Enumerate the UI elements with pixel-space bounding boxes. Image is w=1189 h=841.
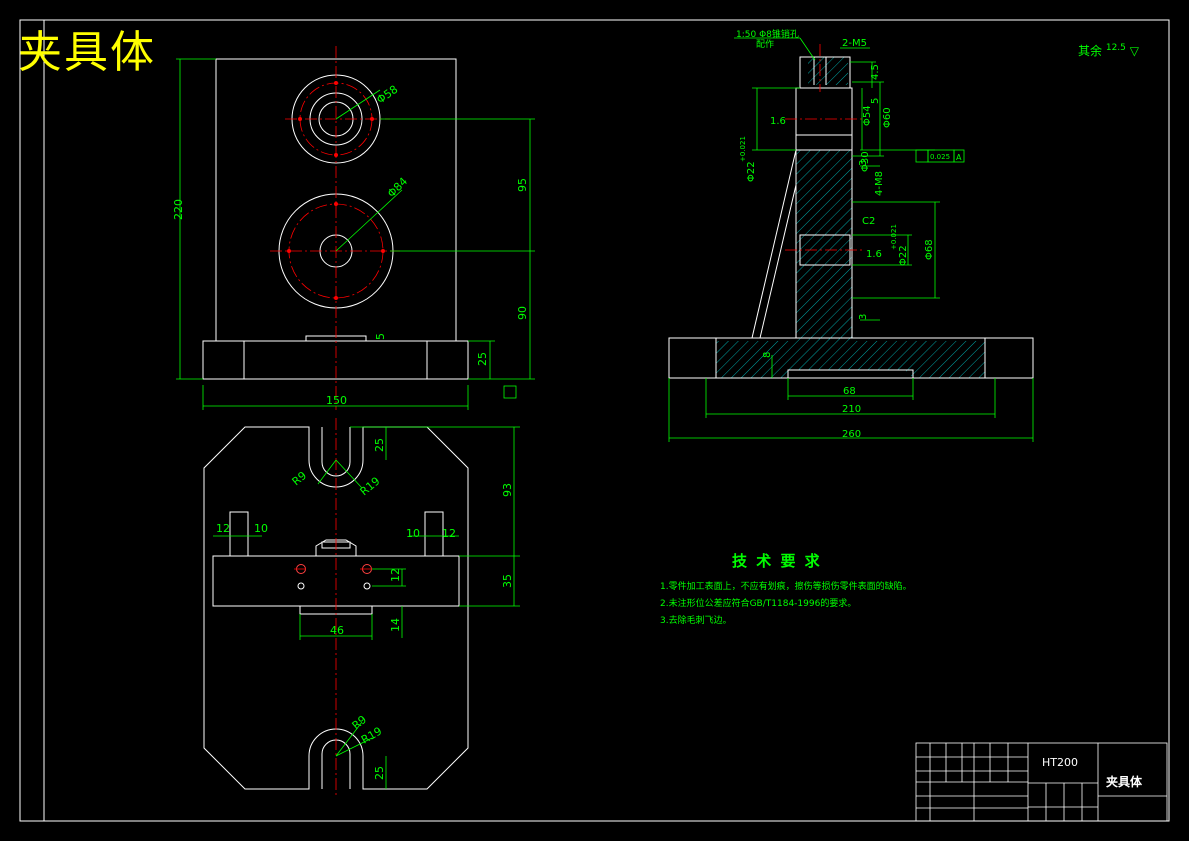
dim-25: 25: [476, 352, 489, 366]
dim-taper-note: 配作: [756, 38, 774, 50]
dim-5: 5: [374, 333, 387, 340]
title-block-part-name: 夹具体: [1106, 775, 1143, 789]
dim-top-25b: 25: [373, 766, 386, 780]
dim-rough-b: 1.6: [866, 249, 882, 260]
tech-heading: 技 术 要 求: [732, 552, 822, 570]
dim-3b: 3: [858, 314, 869, 320]
dim-top-r9a: R9: [290, 469, 310, 488]
dim-d84: Φ84: [385, 175, 410, 200]
dim-rough-a: 1.6: [770, 116, 786, 127]
dim-top-93: 93: [501, 483, 514, 497]
dim-top-r19a: R19: [358, 474, 383, 498]
top-view-dimtext: 25 R9 R19 93 12 10 10 12 12 35 14 46 R9 …: [216, 438, 514, 780]
dim-d60: Φ60: [882, 107, 893, 128]
tech-item-2: 2.未注形位公差应符合GB/T1184-1996的要求。: [660, 599, 857, 609]
dim-top-12r: 12: [442, 527, 456, 540]
dim-5: 5: [870, 98, 881, 104]
dim-220: 220: [172, 199, 185, 220]
gtol-datum: A: [956, 153, 962, 162]
tech-item-1: 1.零件加工表面上，不应有划痕，擦伤等损伤零件表面的缺陷。: [660, 582, 912, 592]
dim-top-12: 12: [389, 568, 402, 582]
dim-260: 260: [842, 429, 861, 440]
dim-top-r9b: R9: [350, 713, 370, 732]
dim-d58: Φ58: [374, 83, 400, 107]
dim-d68: Φ68: [924, 239, 935, 260]
dim-4_5: 4.5: [870, 64, 881, 80]
roughness-icon: ▽: [1129, 44, 1139, 58]
dim-3a: 3: [858, 160, 869, 166]
dim-8: 8: [762, 352, 773, 358]
dim-tol-a: +0.021: [739, 136, 747, 162]
dim-68: 68: [843, 386, 856, 397]
dim-90: 90: [516, 306, 529, 320]
dim-d22a: Φ22: [746, 161, 757, 182]
dim-top-35: 35: [501, 574, 514, 588]
dim-210: 210: [842, 404, 861, 415]
dim-taper: 1:50 Φ8锥销孔: [736, 28, 799, 40]
dim-top-14: 14: [389, 618, 402, 632]
title-block-material: HT200: [1042, 756, 1078, 769]
outer-frame: [19, 19, 1170, 822]
dim-d22b: Φ22: [898, 245, 909, 266]
dim-top-10r: 10: [406, 527, 420, 540]
dim-95: 95: [516, 178, 529, 192]
dim-top-12l: 12: [216, 522, 230, 535]
dim-d54: Φ54: [862, 105, 873, 126]
engineering-drawing: 220 Φ58 Φ84 95 90 25 5 150 25 R9 R19 93 …: [19, 19, 1170, 822]
dim-150: 150: [326, 394, 347, 407]
dim-top-25a: 25: [373, 438, 386, 452]
gtol-value: 0.025: [930, 153, 950, 161]
dim-c2: C2: [862, 216, 875, 227]
tech-requirements: 技 术 要 求 1.零件加工表面上，不应有划痕，擦伤等损伤零件表面的缺陷。 2.…: [660, 550, 912, 630]
dim-4m8: 4-M8: [874, 171, 885, 196]
inner-frame: [43, 19, 1170, 822]
tech-item-3: 3.去除毛刺飞边。: [660, 616, 732, 626]
dim-top-10l: 10: [254, 522, 268, 535]
surface-roughness: 其余 12.5 ▽: [1078, 42, 1139, 59]
dim-2m5: 2-M5: [842, 38, 867, 49]
front-view: [202, 58, 469, 380]
drawing-title: 夹具体: [18, 27, 156, 78]
dim-top-46: 46: [330, 624, 344, 637]
roughness-label: 其余: [1078, 44, 1103, 58]
dim-tol-b: +0.021: [890, 224, 898, 250]
side-view-hatch: [716, 57, 985, 378]
roughness-value: 12.5: [1105, 43, 1126, 53]
